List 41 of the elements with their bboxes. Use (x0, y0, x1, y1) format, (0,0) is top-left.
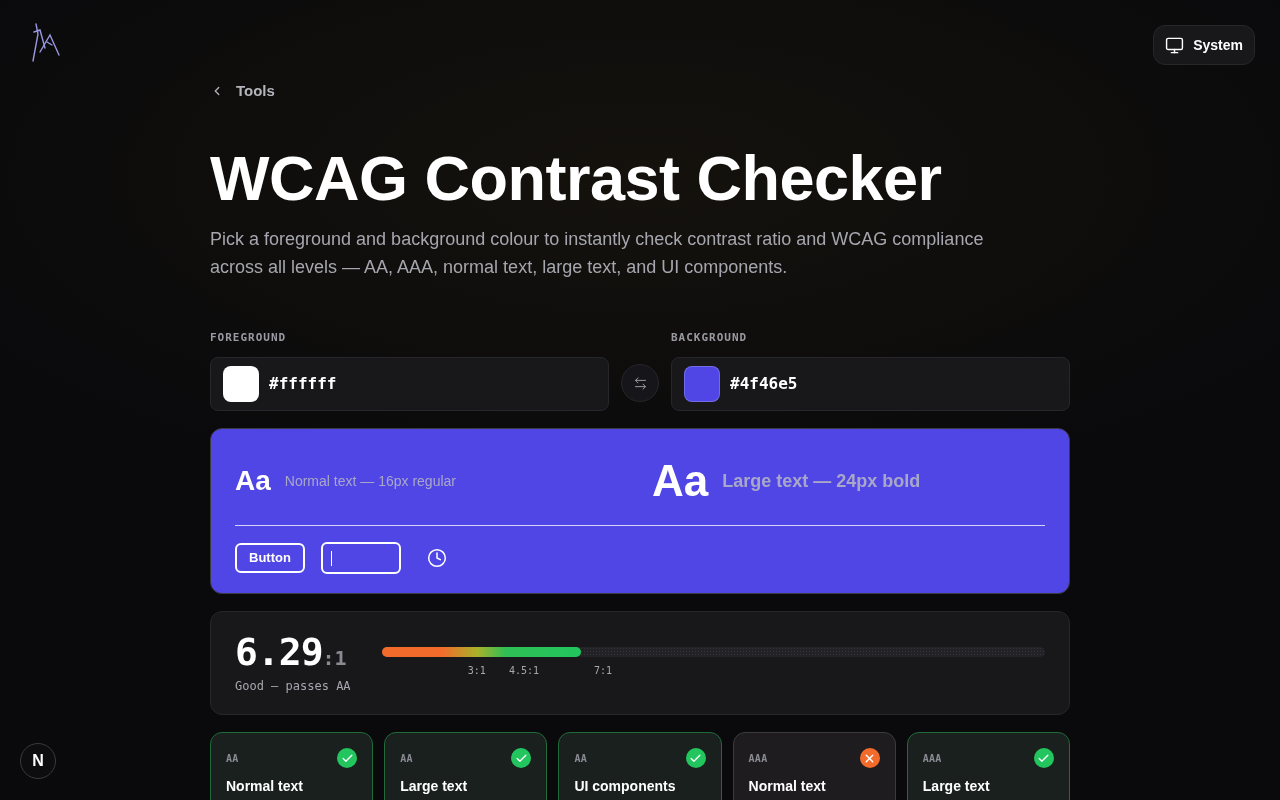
ratio-verdict: Good — passes AA (235, 678, 352, 695)
result-label: Large text (922, 777, 991, 796)
large-sample: Aa (652, 459, 709, 503)
dev-badge[interactable]: N (20, 743, 56, 779)
color-field[interactable]: #4f46e5 (671, 357, 1070, 411)
level-label: AA (226, 751, 239, 766)
text-cursor-icon (330, 550, 332, 566)
color-value: #4f46e5 (730, 373, 798, 395)
sample-input-field[interactable] (320, 542, 401, 574)
ratio-value: 6.29 (235, 630, 323, 674)
color-swatch-icon[interactable] (684, 366, 720, 402)
swap-icon (632, 375, 648, 391)
theme-button[interactable]: System (1153, 25, 1255, 65)
level-label: AAA (748, 751, 768, 766)
clock-icon (426, 548, 447, 568)
tick-label: 4.5:1 (509, 664, 540, 678)
page-title: WCAG Contrast Checker (210, 144, 943, 212)
page-description: Pick a foreground and background colour to instantly check contrast ratio and WCAG compliance across all levels — AA, AAA, normal text, large text, and UI components. (210, 228, 985, 279)
normal-sample: Aa (235, 467, 271, 495)
level-label: AA (400, 751, 413, 766)
field-label: FOREGROUND (210, 330, 288, 346)
result-label: Normal text (226, 777, 305, 796)
result-label: UI components (574, 777, 677, 796)
level-label: AAA (922, 751, 942, 766)
tick-label: 7:1 (593, 664, 613, 678)
color-swatch-icon[interactable] (223, 366, 259, 402)
monitor-icon (1165, 35, 1185, 55)
tick-label: 3:1 (467, 664, 486, 678)
color-field[interactable]: #ffffff (210, 357, 609, 411)
sample-button[interactable]: Button (235, 543, 305, 573)
level-label: AA (574, 751, 587, 766)
normal-caption: Normal text — 16px regular (284, 471, 456, 491)
color-value: #ffffff (269, 373, 337, 395)
logo-icon[interactable] (32, 22, 60, 62)
result-label: Normal text (748, 777, 827, 796)
back-link[interactable]: Tools (210, 79, 275, 103)
ratio-suffix: :1 (322, 645, 347, 672)
large-caption: Large text — 24px bold (722, 469, 921, 493)
field-label: BACKGROUND (671, 330, 749, 346)
swap-button[interactable] (621, 364, 659, 402)
result-label: Large text (400, 777, 469, 796)
